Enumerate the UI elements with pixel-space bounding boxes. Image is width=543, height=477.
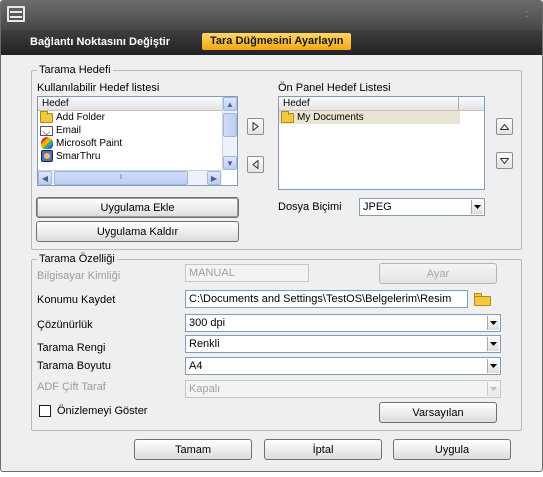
folder-icon [281, 111, 294, 123]
scroll-right-icon[interactable]: ▶ [207, 171, 221, 185]
list-item-label: SmarThru [56, 151, 101, 162]
settings-button[interactable]: Ayar [379, 263, 497, 284]
horizontal-scrollbar[interactable]: ◀ ⦀ ▶ [38, 170, 222, 185]
triangle-up-icon [500, 123, 509, 130]
front-panel-list-label: Ön Panel Hedef Listesi [278, 82, 391, 94]
file-format-value: JPEG [363, 201, 392, 213]
app-icon [7, 6, 25, 22]
resolution-label: Çözünürlük [37, 319, 93, 331]
adf-duplex-label: ADF Çift Taraf [37, 381, 106, 393]
ok-button[interactable]: Tamam [134, 439, 252, 460]
list-item[interactable]: Add Folder [38, 111, 237, 124]
defaults-button[interactable]: Varsayılan [379, 402, 497, 423]
front-panel-list-header[interactable]: Hedef [279, 97, 484, 111]
tab-scan-button-settings[interactable]: Tara Düğmesini Ayarlayın [202, 33, 352, 50]
scan-size-select[interactable]: A4 [185, 357, 501, 375]
scroll-thumb[interactable] [223, 113, 237, 137]
remove-application-button[interactable]: Uygulama Kaldır [36, 221, 239, 242]
computer-id-field[interactable]: MANUAL [185, 264, 309, 282]
available-target-list[interactable]: Hedef Add Folder Email Microsoft Paint S… [37, 96, 238, 186]
move-right-button[interactable] [247, 118, 264, 135]
scroll-left-icon[interactable]: ◀ [38, 171, 52, 185]
scan-size-label: Tarama Boyutu [37, 360, 111, 372]
file-format-select[interactable]: JPEG [359, 198, 485, 216]
scroll-thumb[interactable]: ⦀ [54, 171, 188, 185]
scan-size-value: A4 [189, 360, 203, 372]
list-item[interactable]: Email [38, 124, 237, 137]
scroll-down-icon[interactable]: ▼ [223, 156, 237, 170]
smarthru-icon [41, 150, 53, 162]
move-left-button[interactable] [247, 156, 264, 173]
preview-label: Önizlemeyi Göster [57, 405, 148, 417]
preview-checkbox[interactable] [39, 405, 51, 417]
list-item-label: Microsoft Paint [56, 138, 123, 149]
available-header-label: Hedef [42, 98, 69, 109]
tab-bar: Bağlantı Noktasını Değiştir Tara Düğmesi… [1, 30, 542, 55]
list-item-label: My Documents [297, 112, 364, 123]
tab-change-port[interactable]: Bağlantı Noktasını Değiştir [30, 36, 170, 48]
dialog-window: : Bağlantı Noktasını Değiştir Tara Düğme… [0, 0, 543, 472]
move-down-button[interactable] [496, 152, 513, 169]
list-item[interactable]: Microsoft Paint [38, 137, 237, 150]
available-list-header[interactable]: Hedef [38, 97, 237, 111]
chevron-down-icon[interactable] [487, 382, 499, 396]
save-location-label: Konumu Kaydet [37, 294, 116, 306]
list-item[interactable]: My Documents [279, 111, 460, 124]
chevron-left-icon [252, 160, 259, 169]
list-item-label: Email [56, 125, 82, 136]
scan-target-legend: Tarama Hedefi [39, 64, 111, 76]
cancel-button[interactable]: İptal [264, 439, 382, 460]
add-application-button[interactable]: Uygulama Ekle [36, 197, 239, 218]
move-up-button[interactable] [496, 118, 513, 135]
triangle-down-icon [500, 157, 509, 164]
save-location-field[interactable]: C:\Documents and Settings\TestOS\Belgele… [185, 290, 468, 308]
list-item-label: Add Folder [56, 112, 105, 123]
chevron-down-icon[interactable] [471, 200, 483, 214]
resolution-value: 300 dpi [189, 317, 226, 329]
file-format-label: Dosya Biçimi [278, 201, 342, 213]
computer-id-label: Bilgisayar Kimliği [37, 270, 121, 282]
browse-folder-icon[interactable] [474, 293, 492, 306]
resolution-select[interactable]: 300 dpi [185, 314, 501, 332]
list-item[interactable]: SmarThru [38, 150, 237, 163]
scan-color-value: Renkli [189, 338, 220, 350]
apply-button[interactable]: Uygula [393, 439, 511, 460]
vertical-scrollbar[interactable]: ▲ ▼ [222, 97, 237, 170]
email-icon [40, 126, 53, 136]
adf-duplex-value: Kapalı [189, 383, 221, 395]
title-bar[interactable]: : [1, 1, 542, 30]
scan-properties-legend: Tarama Özelliği [39, 253, 115, 265]
header-divider [458, 97, 459, 110]
available-list-label: Kullanılabilir Hedef listesi [37, 82, 160, 94]
adf-duplex-select[interactable]: Kapalı [185, 380, 501, 398]
folder-icon [40, 111, 53, 123]
chevron-down-icon[interactable] [487, 337, 499, 351]
scroll-up-icon[interactable]: ▲ [223, 97, 237, 111]
scan-color-select[interactable]: Renkli [185, 335, 501, 353]
front-panel-header-label: Hedef [283, 98, 310, 109]
scan-color-label: Tarama Rengi [37, 342, 106, 354]
chevron-down-icon[interactable] [487, 316, 499, 330]
front-panel-target-list[interactable]: Hedef My Documents [278, 96, 485, 190]
chevron-right-icon [252, 122, 259, 131]
chevron-down-icon[interactable] [487, 359, 499, 373]
window-menu-icon[interactable]: : [525, 9, 528, 20]
paint-icon [41, 137, 53, 149]
